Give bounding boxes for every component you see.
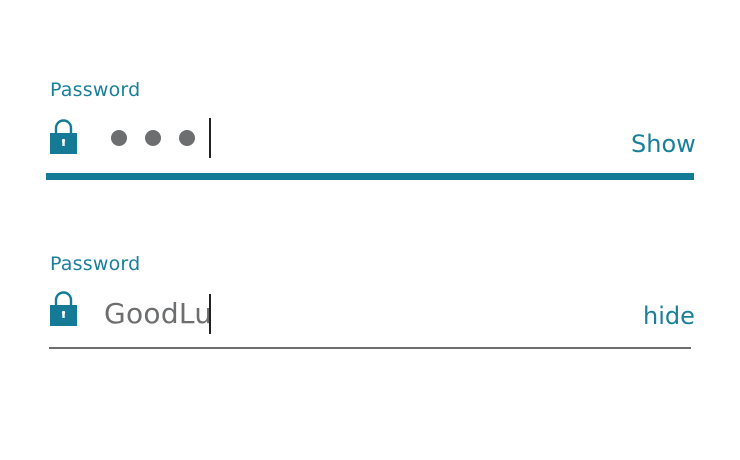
hide-password-button[interactable]: hide (643, 302, 695, 330)
password-form: Password Show Password GoodLu hide (0, 0, 740, 460)
password-label: Password (50, 253, 141, 275)
lock-icon (50, 119, 77, 154)
text-caret (209, 294, 211, 334)
show-password-button[interactable]: Show (631, 130, 696, 158)
lock-icon (50, 291, 77, 326)
text-caret (209, 118, 211, 158)
password-input-revealed[interactable]: GoodLu (104, 297, 212, 330)
mask-dot (179, 130, 195, 146)
mask-dot (111, 130, 127, 146)
password-input-masked[interactable] (111, 130, 195, 146)
password-label: Password (50, 79, 141, 101)
input-underline-focused (46, 173, 694, 180)
input-underline (49, 347, 691, 349)
mask-dot (145, 130, 161, 146)
